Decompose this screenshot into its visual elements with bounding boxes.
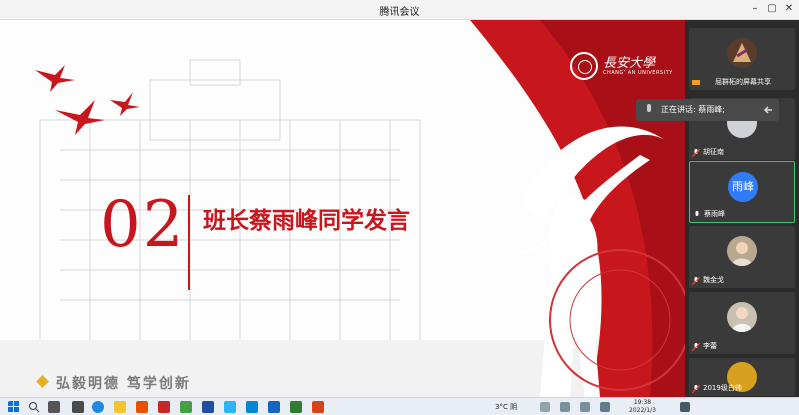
mic-muted-icon [692, 343, 700, 351]
volume-icon[interactable] [580, 402, 590, 412]
avatar [727, 236, 757, 266]
app-icon[interactable] [72, 401, 84, 413]
app-icon[interactable] [202, 401, 214, 413]
avatar: 雨峰 [728, 172, 758, 202]
app-icon[interactable] [246, 401, 258, 413]
university-name: 長安大學 [603, 56, 656, 71]
window-title: 腾讯会议 [379, 7, 420, 18]
participant-tile[interactable]: 李蕾 [689, 292, 795, 354]
participant-tile[interactable]: 魏金戈 [689, 226, 795, 288]
participant-tile-active[interactable]: 雨峰 蔡雨峰 [689, 161, 795, 223]
participant-name: 胡征南 [703, 148, 724, 156]
powerpoint-icon[interactable] [312, 401, 324, 413]
app-icon[interactable] [290, 401, 302, 413]
clock-time: 19:38 [633, 399, 652, 406]
close-icon[interactable]: ✕ [782, 2, 796, 16]
university-seal-icon [570, 52, 598, 80]
edge-icon[interactable] [92, 401, 104, 413]
slide-title: 班长蔡雨峰同学发言 [203, 208, 410, 234]
participant-name: 屈群柘的屏幕共享 [715, 78, 771, 86]
weather-text[interactable]: 3°C 阴 [495, 402, 517, 412]
avatar [727, 302, 757, 332]
title-divider [188, 195, 190, 290]
mic-muted-icon [692, 277, 700, 285]
file-explorer-icon[interactable] [114, 401, 126, 413]
participant-name: 李蕾 [703, 342, 717, 350]
speaking-indicator: 正在讲话: 蔡雨峰; [636, 99, 779, 121]
speaker-icon [647, 104, 651, 112]
university-english-name: CHANG' AN UNIVERSITY [603, 70, 673, 76]
office-icon[interactable] [136, 401, 148, 413]
title-bar: 腾讯会议 – ▢ ✕ [0, 0, 799, 20]
clock[interactable]: 19:38 2022/1/3 [629, 399, 656, 415]
participant-panel: 屈群柘的屏幕共享 胡征南 雨峰 蔡雨峰 魏金戈 李蕾 2019级白帅 [685, 20, 799, 397]
maximize-icon[interactable]: ▢ [765, 2, 779, 16]
avatar [727, 38, 757, 68]
speaking-text: 正在讲话: 蔡雨峰; [661, 105, 725, 114]
search-icon[interactable] [28, 401, 40, 413]
taskbar: 3°C 阴 19:38 2022/1/3 [0, 397, 799, 415]
section-number: 02 [100, 188, 186, 262]
shared-slide: 長安大學 CHANG' AN UNIVERSITY 02 班长蔡雨峰同学发言 弘… [0, 20, 685, 397]
app-icon[interactable] [224, 401, 236, 413]
task-view-icon[interactable] [48, 401, 60, 413]
app-icon[interactable] [158, 401, 170, 413]
windows-start-icon[interactable] [8, 401, 20, 413]
mic-muted-icon [692, 149, 700, 157]
university-motto: 弘毅明德 笃学创新 [56, 376, 191, 392]
participant-name: 蔡雨峰 [704, 210, 725, 218]
word-icon[interactable] [268, 401, 280, 413]
minimize-icon[interactable]: – [748, 2, 762, 16]
tray-icon[interactable] [540, 402, 550, 412]
back-arrow-icon[interactable] [762, 104, 774, 116]
notification-icon[interactable] [680, 402, 690, 412]
participant-tile[interactable]: 2019级白帅 [689, 358, 795, 396]
app-icon[interactable] [180, 401, 192, 413]
participant-name: 魏金戈 [703, 276, 724, 284]
mic-icon [695, 211, 699, 216]
network-icon[interactable] [560, 402, 570, 412]
participant-name: 2019级白帅 [703, 384, 742, 392]
mic-muted-icon [692, 385, 700, 393]
participant-tile[interactable]: 屈群柘的屏幕共享 [689, 28, 795, 90]
input-method-icon[interactable] [600, 402, 610, 412]
screen-share-icon [692, 80, 700, 85]
clock-date: 2022/1/3 [629, 407, 656, 414]
